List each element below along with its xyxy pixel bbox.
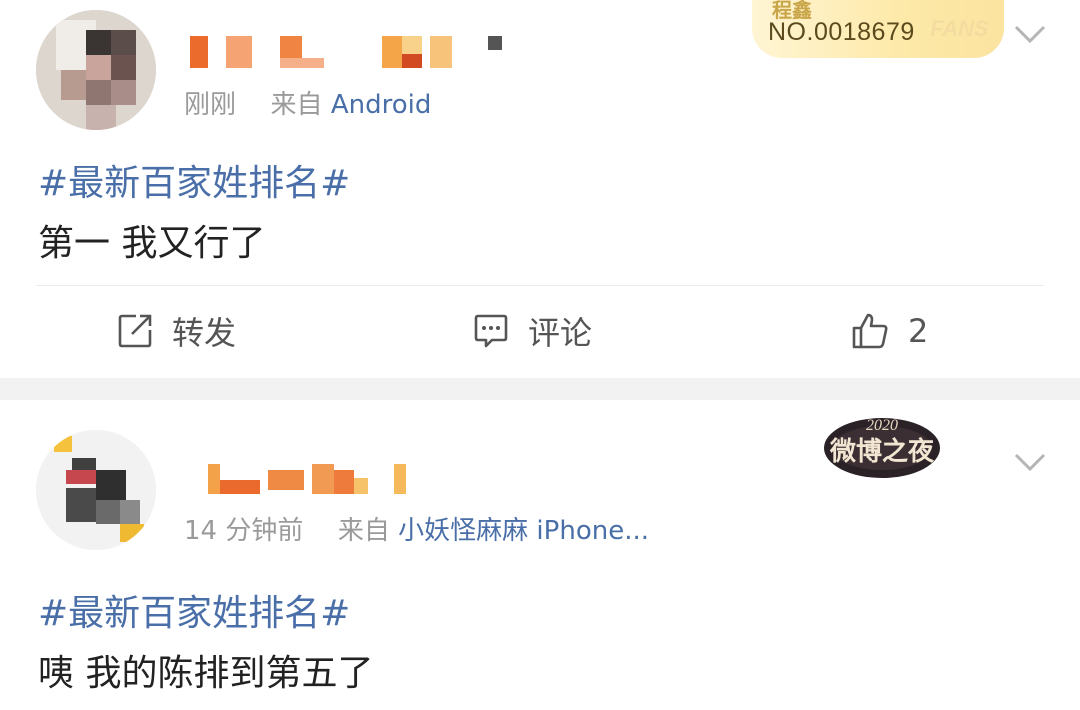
post-source[interactable]: 小妖怪麻麻 iPhone... [398,516,649,546]
username[interactable] [208,464,418,498]
chevron-down-icon[interactable] [1012,444,1048,480]
post-time: 刚刚 [184,90,237,120]
like-count: 2 [908,312,929,350]
chevron-down-icon[interactable] [1012,16,1048,52]
divider [36,285,1044,286]
username[interactable] [190,36,510,70]
badge-title: 微博之夜 [829,436,935,467]
post-meta: 刚刚 来自 Android [184,84,431,121]
source-prefix: 来自 [270,90,323,120]
post-separator [0,378,1080,400]
badge-year: 2020 [866,417,898,434]
topic-link[interactable]: #最新百家姓排名# [38,584,350,636]
like-button[interactable]: 2 [850,306,928,356]
fans-badge[interactable]: 程鑫 NO.0018679 FANS [752,0,1004,58]
repost-label: 转发 [172,314,237,352]
weibo-night-badge[interactable]: 2020 微博之夜 [818,408,946,482]
fans-label: FANS [930,16,989,41]
source-prefix: 来自 [337,516,390,546]
comment-button[interactable]: 评论 [472,306,592,356]
repost-button[interactable]: 转发 [116,306,236,356]
post-time: 14 分钟前 [184,516,304,546]
like-icon [852,313,888,349]
comment-label: 评论 [528,314,593,352]
post-source[interactable]: Android [331,90,432,120]
post-text: 第一 我又行了 [38,223,266,264]
comment-icon [474,314,508,348]
avatar[interactable] [36,430,156,550]
post-text: 咦 我的陈排到第五了 [38,653,374,694]
post-meta: 14 分钟前 来自 小妖怪麻麻 iPhone... [184,510,649,547]
repost-icon [118,314,152,348]
topic-link[interactable]: #最新百家姓排名# [38,154,350,206]
feed-post-1: 刚刚 来自 Android 程鑫 NO.0018679 FANS #最新百家姓排… [0,0,1080,378]
avatar[interactable] [36,10,156,130]
fans-number: NO.0018679 [768,18,915,46]
